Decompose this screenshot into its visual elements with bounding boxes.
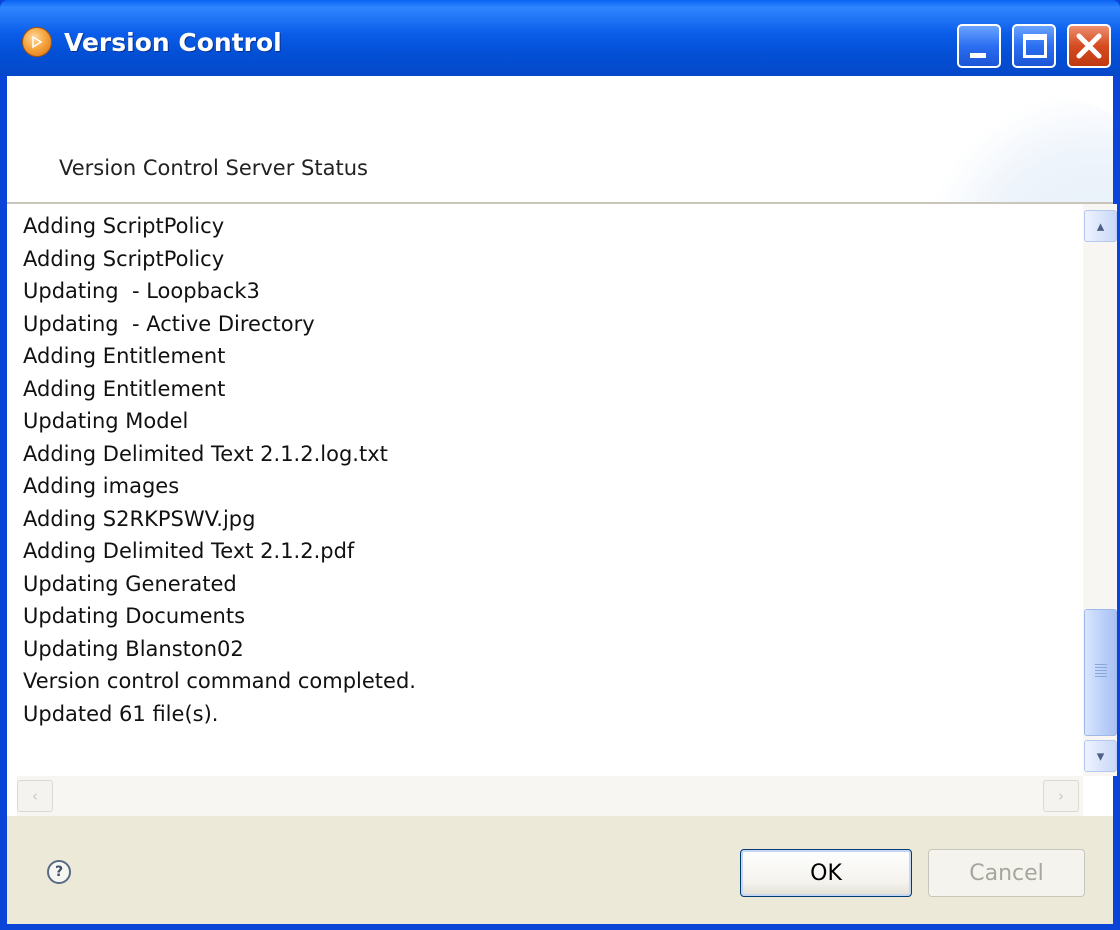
chevron-left-icon: ‹	[32, 787, 38, 805]
minimize-button[interactable]	[957, 24, 1001, 68]
log-line: Adding images	[23, 474, 180, 498]
title-bar[interactable]: Version Control	[0, 0, 1120, 76]
close-button[interactable]	[1067, 24, 1111, 68]
scroll-thumb[interactable]	[1084, 609, 1117, 736]
scroll-up-button[interactable]: ▴	[1084, 210, 1117, 242]
log-line: Adding Entitlement	[23, 376, 226, 401]
chevron-up-icon: ▴	[1096, 217, 1105, 235]
log-line: Updated 61 file(s).	[23, 701, 219, 726]
grip-icon	[1095, 664, 1107, 678]
vertical-scrollbar[interactable]: ▴ ▾	[1083, 204, 1117, 776]
log-line: Adding ScriptPolicy	[23, 214, 225, 238]
ok-button[interactable]: OK	[740, 849, 912, 897]
window-title: Version Control	[64, 28, 282, 57]
log-line: Adding Delimited Text 2.1.2.log.txt	[23, 441, 388, 466]
log-line: Updating Generated	[23, 571, 237, 596]
header-decoration	[913, 96, 1113, 202]
dialog-header: Version Control Server Status	[7, 76, 1113, 202]
scroll-down-button[interactable]: ▾	[1084, 740, 1117, 772]
chevron-right-icon: ›	[1058, 787, 1064, 805]
chevron-down-icon: ▾	[1096, 747, 1105, 765]
version-control-dialog: Version Control Version Control Server S…	[0, 0, 1120, 930]
scroll-right-button[interactable]: ›	[1043, 780, 1079, 812]
close-icon	[1076, 33, 1102, 59]
log-line: Adding S2RKPSWV.jpg	[23, 506, 256, 531]
log-line: Adding ScriptPolicy	[23, 246, 225, 271]
button-bar: ? OK Cancel	[7, 816, 1113, 924]
horizontal-scrollbar[interactable]: ‹ ›	[17, 776, 1083, 816]
log-line: Updating Model	[23, 409, 189, 433]
scroll-left-button[interactable]: ‹	[17, 780, 53, 812]
log-line: Updating Blanston02	[23, 636, 244, 661]
cancel-button[interactable]: Cancel	[928, 849, 1085, 897]
log-lines: Adding ScriptPolicy Adding ScriptPolicy Up…	[23, 210, 1073, 730]
minimize-icon	[970, 53, 986, 58]
log-line: Adding Delimited Text 2.1.2.pdf	[23, 539, 355, 563]
help-icon[interactable]: ?	[47, 860, 71, 884]
maximize-button[interactable]	[1012, 24, 1056, 68]
status-log[interactable]: Adding ScriptPolicy Adding ScriptPolicy Up…	[7, 204, 1113, 816]
header-label: Version Control Server Status	[59, 156, 368, 180]
maximize-icon	[1023, 34, 1047, 58]
log-line: Updating - Loopback3	[23, 279, 260, 303]
app-icon	[22, 27, 52, 57]
log-line: Updating - Active Directory	[23, 311, 315, 336]
log-line: Version control command completed.	[23, 669, 416, 693]
log-line: Updating Documents	[23, 604, 246, 628]
log-line: Adding Entitlement	[23, 344, 226, 368]
